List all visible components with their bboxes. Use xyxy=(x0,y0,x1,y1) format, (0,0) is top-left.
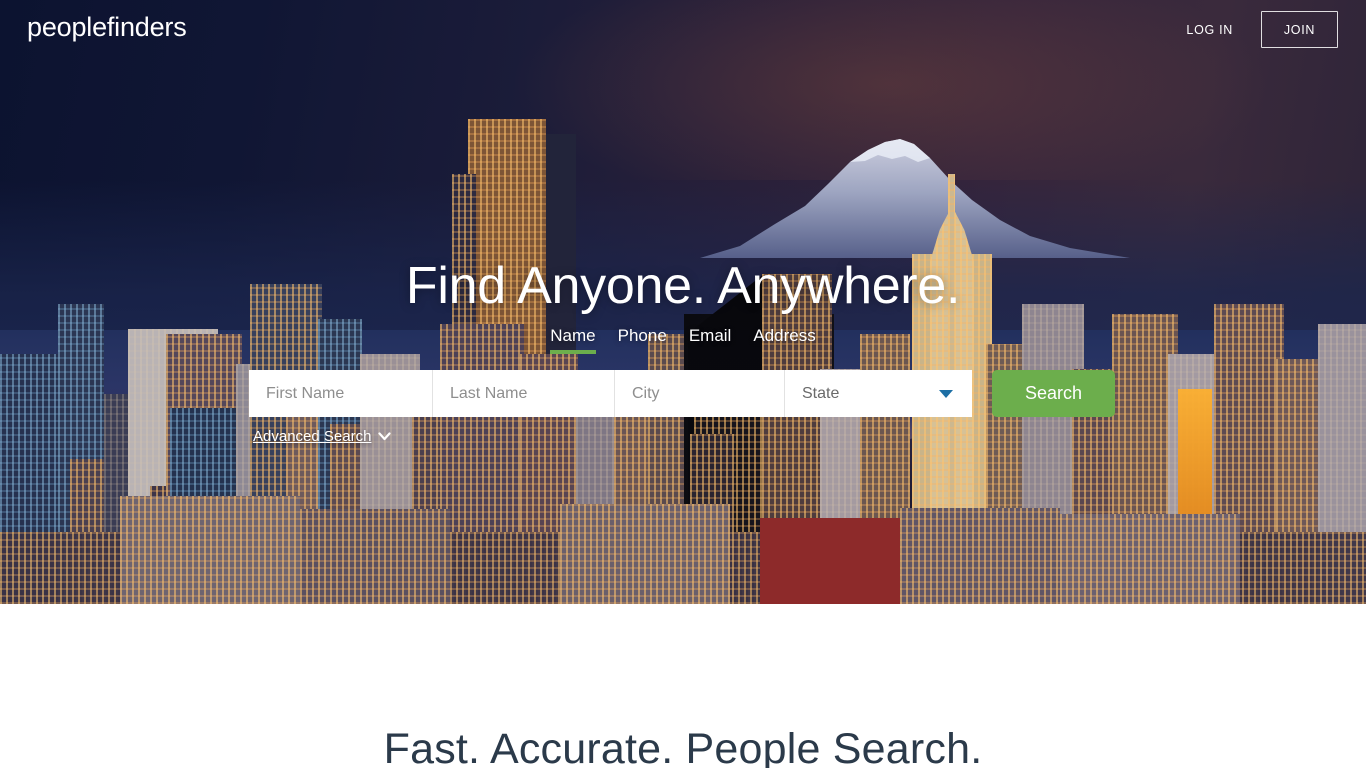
site-header: peoplefinders LOG IN JOIN xyxy=(0,0,1366,60)
advanced-search-label: Advanced Search xyxy=(253,428,372,445)
tab-phone[interactable]: Phone xyxy=(607,326,678,354)
below-fold-section: Fast. Accurate. People Search. xyxy=(0,604,1366,768)
state-select[interactable]: State xyxy=(785,370,972,417)
tab-address[interactable]: Address xyxy=(742,326,826,354)
hero-section: peoplefinders LOG IN JOIN Find Anyone. A… xyxy=(0,0,1366,604)
chevron-down-icon xyxy=(378,428,392,445)
state-select-label: State xyxy=(802,384,840,402)
hero-headline: Find Anyone. Anywhere. xyxy=(405,257,961,315)
login-link[interactable]: LOG IN xyxy=(1184,17,1235,43)
hero-content: Find Anyone. Anywhere. Name Phone Email … xyxy=(0,0,1366,604)
advanced-search-toggle[interactable]: Advanced Search xyxy=(253,428,392,445)
search-form: State Search xyxy=(249,370,1115,417)
header-nav: LOG IN JOIN xyxy=(1184,11,1338,48)
chevron-down-icon xyxy=(939,389,953,398)
join-button[interactable]: JOIN xyxy=(1261,11,1338,48)
search-type-tabs: Name Phone Email Address xyxy=(0,326,1366,354)
city-input[interactable] xyxy=(615,370,785,417)
tab-name[interactable]: Name xyxy=(539,326,606,354)
tab-email[interactable]: Email xyxy=(678,326,743,354)
search-button[interactable]: Search xyxy=(992,370,1115,417)
first-name-input[interactable] xyxy=(249,370,433,417)
site-logo[interactable]: peoplefinders xyxy=(27,12,187,43)
last-name-input[interactable] xyxy=(433,370,615,417)
section-title: Fast. Accurate. People Search. xyxy=(383,725,983,768)
